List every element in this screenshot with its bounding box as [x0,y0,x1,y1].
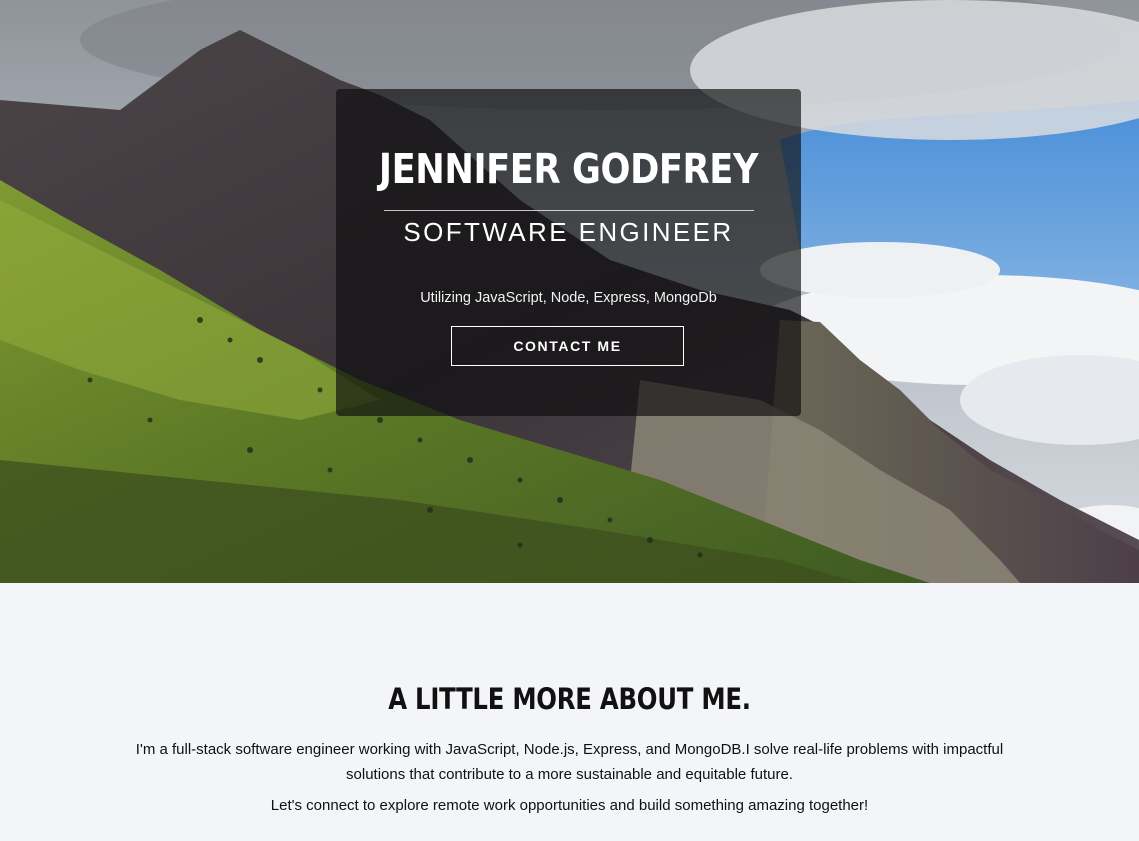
hero-name: JENNIFER GODFREY [378,145,759,193]
hero-role: SOFTWARE ENGINEER [403,217,734,247]
hero-section: JENNIFER GODFREY SOFTWARE ENGINEER Utili… [0,0,1139,583]
about-paragraph: Let's connect to explore remote work opp… [270,797,869,814]
hero-divider [384,210,754,211]
about-title: A LITTLE MORE ABOUT ME. [388,682,751,716]
hero-card: JENNIFER GODFREY SOFTWARE ENGINEER Utili… [336,89,801,416]
about-paragraph: I'm a full-stack software engineer worki… [135,741,1004,783]
contact-me-button[interactable]: CONTACT ME [451,326,684,366]
about-section: A LITTLE MORE ABOUT ME. I'm a full-stack… [0,583,1139,841]
hero-tagline: Utilizing JavaScript, Node, Express, Mon… [420,290,717,306]
